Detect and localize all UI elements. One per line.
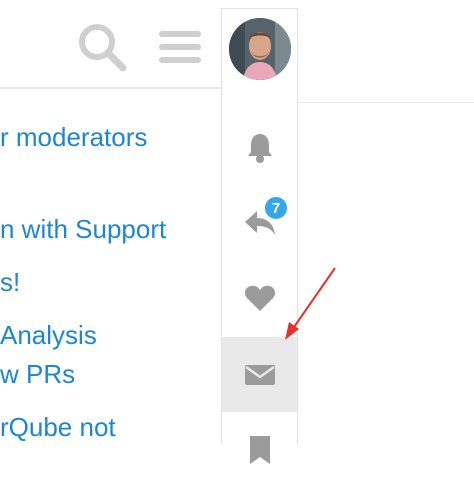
arrow-line [291, 267, 336, 331]
replies-tab[interactable]: 7 [222, 185, 297, 260]
topic-link[interactable]: r moderators [0, 120, 147, 154]
bookmark-icon [249, 435, 270, 464]
topic-link[interactable]: n with Support [0, 212, 166, 246]
topic-link[interactable]: s! [0, 265, 20, 299]
bell-icon [247, 133, 272, 163]
bookmarks-tab[interactable] [222, 412, 297, 487]
topic-link[interactable]: w PRs [0, 357, 75, 391]
messages-tab[interactable] [222, 337, 297, 412]
hamburger-menu-button[interactable] [151, 18, 209, 76]
notifications-tab[interactable] [222, 110, 297, 185]
search-icon [79, 24, 127, 72]
panel-divider [298, 102, 474, 103]
topic-link[interactable]: Analysis [0, 318, 97, 352]
topic-list: r moderators n with Support s! Analysis … [0, 89, 221, 444]
avatar [228, 17, 291, 80]
heart-icon [244, 285, 275, 311]
avatar-image [228, 17, 291, 80]
current-user-button[interactable] [221, 8, 298, 88]
likes-tab[interactable] [222, 260, 297, 335]
envelope-icon [244, 364, 275, 385]
reply-count-badge: 7 [263, 195, 289, 221]
search-button[interactable] [73, 18, 131, 76]
user-menu-panel: 7 [221, 88, 298, 464]
topic-link[interactable]: rQube not [0, 410, 116, 444]
hamburger-icon [159, 31, 201, 63]
